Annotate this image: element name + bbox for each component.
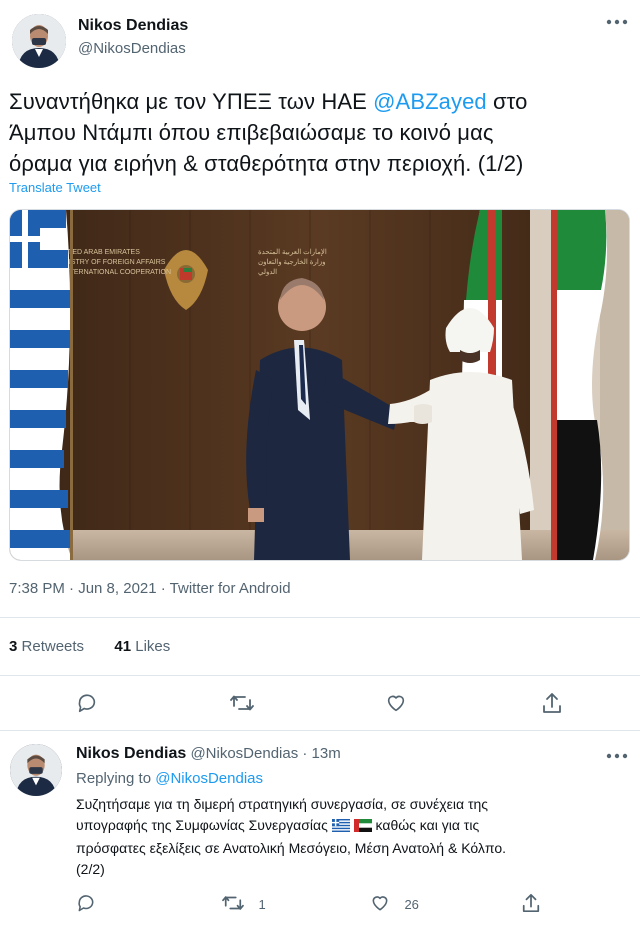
tweet-text-line1-suffix: στο	[486, 89, 528, 114]
reply-line1: Συζητήσαμε για τη διμερή στρατηγική συνε…	[76, 796, 489, 812]
tweet-photo-image: UNITED ARAB EMIRATES MINISTRY OF FOREIGN…	[10, 210, 629, 560]
share-icon[interactable]	[521, 892, 541, 914]
reply-author-avatar[interactable]	[10, 744, 62, 796]
reply-retweet[interactable]: 1	[222, 893, 266, 914]
like-icon[interactable]	[370, 893, 390, 913]
replying-to-handle[interactable]: @NikosDendias	[155, 770, 263, 787]
more-icon[interactable]	[606, 18, 628, 26]
retweet-icon[interactable]	[222, 893, 244, 913]
retweets-count: 3	[9, 638, 18, 655]
share-icon[interactable]	[541, 691, 563, 715]
retweets-label: Retweets	[21, 638, 85, 655]
tweet-text-line1: Συναντήθηκα με τον ΥΠΕΞ των ΗΑΕ	[9, 89, 374, 114]
svg-text:وزارة الخارجية والتعاون: وزارة الخارجية والتعاون	[258, 258, 326, 266]
reply-like-count: 26	[404, 897, 419, 912]
retweet-icon[interactable]	[230, 692, 254, 714]
likes-stat[interactable]: 41 Likes	[114, 638, 170, 655]
tweet-text-line2: Άμπου Ντάμπι όπου επιβεβαιώσαμε το κοινό…	[9, 120, 494, 145]
mention-link[interactable]: @ABZayed	[373, 89, 487, 114]
greece-flag-icon	[331, 817, 350, 838]
uae-flag-icon	[353, 817, 372, 838]
reply-time[interactable]: · 13m	[302, 745, 340, 762]
tweet-text: Συναντήθηκα με τον ΥΠΕΞ των ΗΑΕ @ABZayed…	[9, 86, 634, 179]
divider	[0, 617, 640, 618]
likes-label: Likes	[135, 638, 171, 655]
tweet-timestamp[interactable]: 7:38 PM · Jun 8, 2021 · Twitter for Andr…	[9, 580, 291, 597]
svg-text:الدولي: الدولي	[258, 268, 277, 276]
reply-icon[interactable]	[76, 893, 96, 913]
tweet-photo[interactable]: UNITED ARAB EMIRATES MINISTRY OF FOREIGN…	[9, 209, 630, 561]
tweet-text-line3: όραμα για ειρήνη & σταθερότητα στην περι…	[9, 151, 524, 176]
svg-text:& INTERNATIONAL COOPERATION: & INTERNATIONAL COOPERATION	[56, 269, 171, 276]
reply-author-handle[interactable]: @NikosDendias	[190, 745, 298, 762]
reply-text: Συζητήσαμε για τη διμερή στρατηγική συνε…	[76, 794, 636, 880]
tweet-stats: 3 Retweets 41 Likes	[9, 638, 170, 655]
divider	[0, 730, 640, 731]
more-icon[interactable]	[606, 752, 628, 760]
svg-text:الإمارات العربية المتحدة: الإمارات العربية المتحدة	[258, 248, 327, 256]
author-handle[interactable]: @NikosDendias	[78, 40, 186, 57]
reply-line2-start: υπογραφής της Συμφωνίας Συνεργασίας	[76, 817, 332, 833]
author-avatar[interactable]	[12, 14, 66, 68]
author-name[interactable]: Nikos Dendias	[78, 17, 188, 35]
translate-tweet-link[interactable]: Translate Tweet	[9, 180, 101, 195]
replying-to: Replying to @NikosDendias	[76, 770, 263, 787]
reply-icon[interactable]	[76, 692, 98, 714]
reply-author-name[interactable]: Nikos Dendias	[76, 745, 186, 762]
reply-retweet-count: 1	[258, 897, 266, 912]
retweets-stat[interactable]: 3 Retweets	[9, 638, 88, 655]
likes-count: 41	[114, 638, 132, 655]
like-icon[interactable]	[385, 692, 407, 714]
reply-header: Nikos Dendias @NikosDendias · 13m	[76, 745, 341, 763]
reply-line4: (2/2)	[76, 861, 105, 877]
reply-like[interactable]: 26	[370, 893, 419, 914]
replying-to-label: Replying to	[76, 770, 156, 787]
reply-line2-end: καθώς και για τις	[371, 817, 480, 833]
divider	[0, 675, 640, 676]
reply-line3: πρόσφατες εξελίξεις σε Ανατολική Μεσόγει…	[76, 840, 507, 856]
